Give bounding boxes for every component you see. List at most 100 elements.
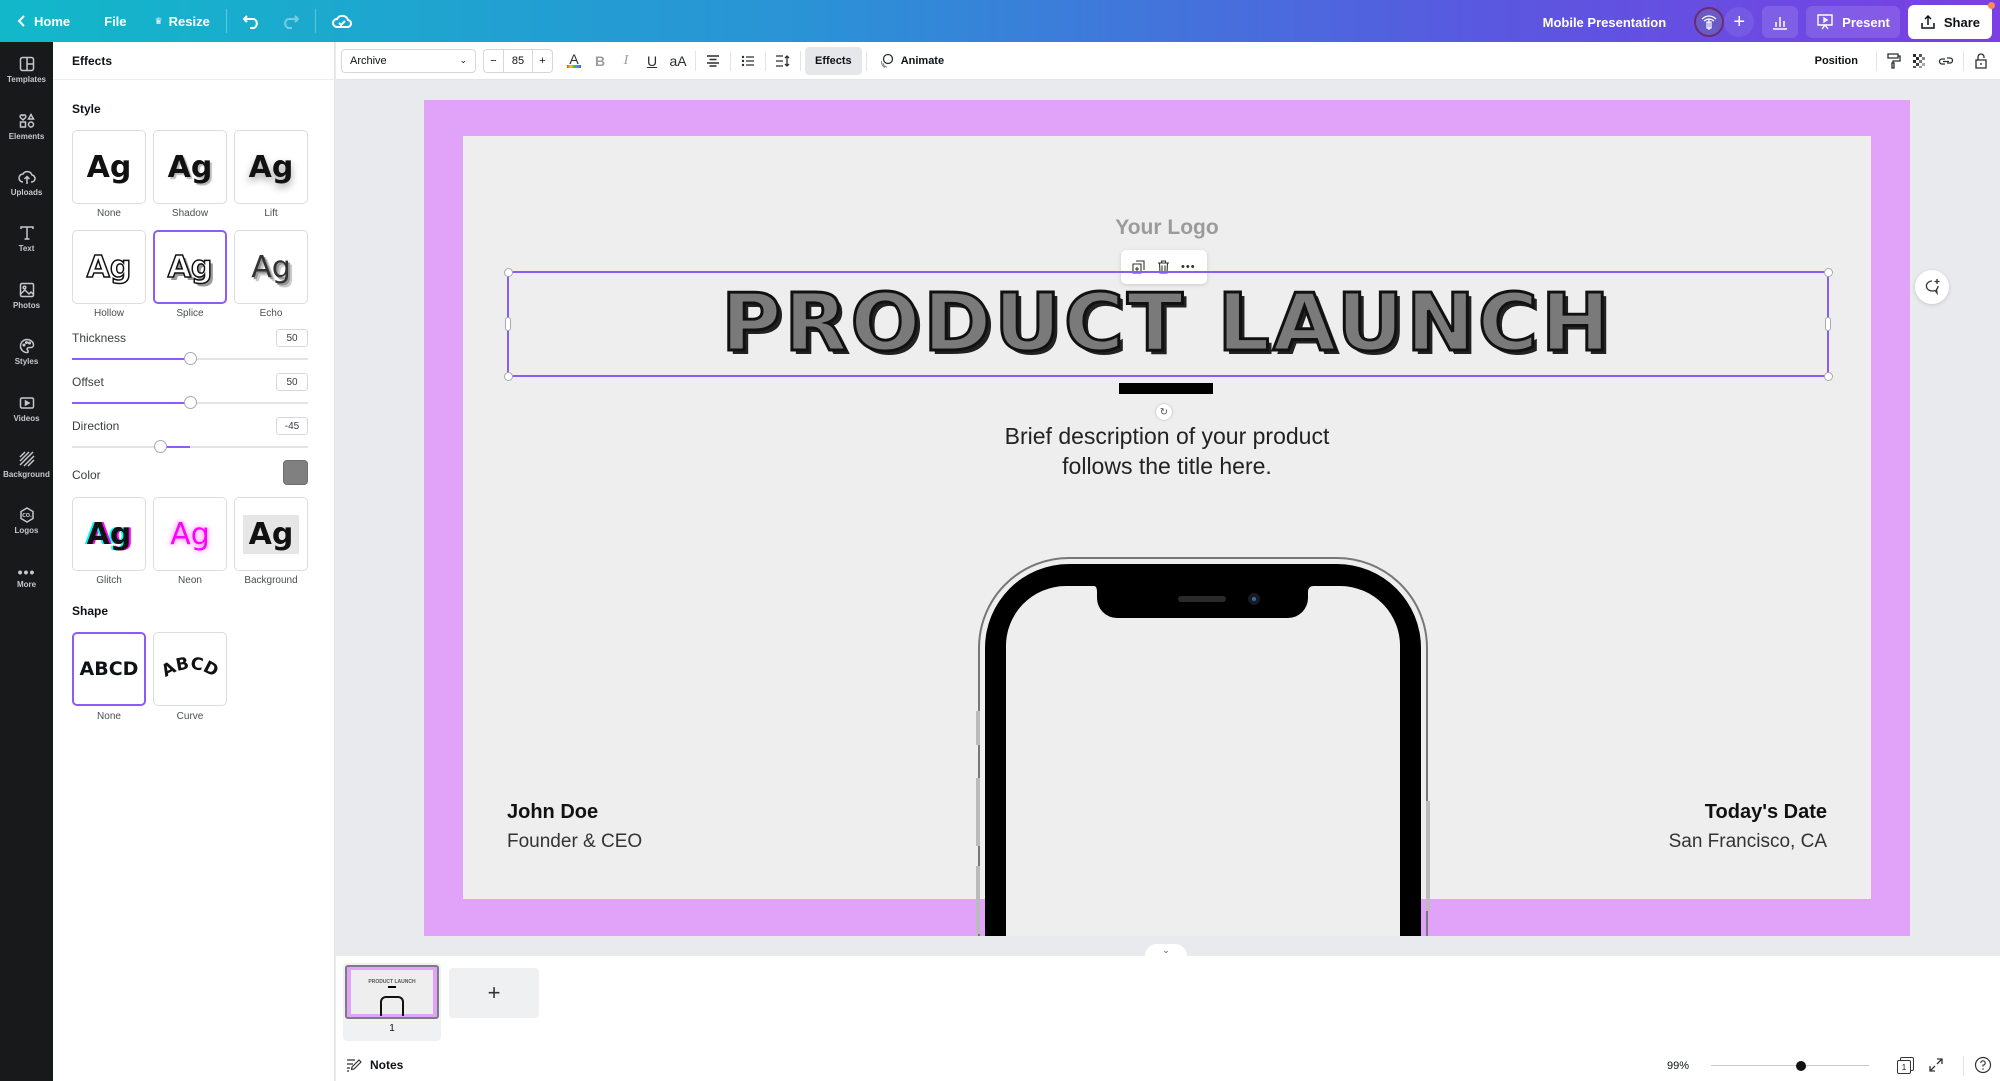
slider-thumb[interactable]	[183, 352, 197, 365]
transparency-button[interactable]	[1907, 47, 1933, 75]
increase-size-button[interactable]: +	[532, 49, 552, 72]
link-button[interactable]	[1933, 47, 1959, 75]
animate-button[interactable]: Animate	[871, 47, 952, 75]
shape-label: None	[97, 711, 121, 722]
font-family-dropdown[interactable]: Archive ⌄	[341, 48, 476, 73]
direction-slider[interactable]	[72, 440, 308, 454]
undo-button[interactable]	[233, 5, 271, 37]
zoom-thumb[interactable]	[1796, 1061, 1807, 1071]
redo-button[interactable]	[271, 5, 309, 37]
position-button[interactable]: Position	[1801, 55, 1872, 67]
add-page-button[interactable]: +	[449, 968, 539, 1018]
rail-item-elements[interactable]: Elements	[0, 98, 53, 154]
italic-button[interactable]: I	[613, 47, 639, 75]
thickness-input[interactable]: 50	[276, 329, 308, 347]
thickness-slider[interactable]	[72, 352, 308, 366]
zoom-percentage[interactable]: 99%	[1667, 1060, 1689, 1072]
cloud-save-status[interactable]	[322, 5, 362, 37]
uploads-icon	[17, 170, 36, 184]
rail-item-logos[interactable]: CO. Logos	[0, 493, 53, 549]
presenter-name[interactable]: John Doe	[507, 801, 598, 824]
presentation-date[interactable]: Today's Date	[1705, 801, 1827, 824]
add-comment-button[interactable]	[1915, 270, 1949, 304]
style-splice[interactable]: Ag	[153, 230, 227, 304]
fullscreen-button[interactable]	[1929, 1057, 1949, 1075]
style-hollow[interactable]: Ag	[72, 230, 146, 304]
slide-canvas[interactable]: Your Logo ••• PRODUCT LAUNCH ↻ Brief des…	[424, 100, 1910, 936]
lock-button[interactable]	[1968, 47, 1994, 75]
rail-item-videos[interactable]: Videos	[0, 380, 53, 436]
insights-button[interactable]	[1762, 6, 1799, 38]
decrease-size-button[interactable]: −	[484, 49, 504, 72]
rail-item-more[interactable]: ••• More	[0, 550, 53, 606]
rail-item-text[interactable]: Text	[0, 211, 53, 267]
logos-icon: CO.	[19, 507, 34, 524]
avatar[interactable]	[1694, 7, 1725, 37]
direction-label: Direction	[72, 419, 120, 433]
document-title[interactable]: Mobile Presentation	[1543, 15, 1667, 30]
zoom-slider[interactable]	[1711, 1061, 1869, 1071]
style-none[interactable]: Ag	[72, 130, 146, 204]
font-size-input[interactable]: 85	[504, 50, 532, 72]
page-thumbnail[interactable]: PRODUCT LAUNCH 1	[343, 963, 441, 1041]
collapse-pages-button[interactable]: ⌄	[1145, 944, 1187, 956]
phone-mockup-graphic[interactable]	[976, 556, 1430, 936]
presenter-role[interactable]: Founder & CEO	[507, 831, 642, 853]
letter-case-button[interactable]: aA	[665, 47, 691, 75]
shape-sample: ABCD	[79, 658, 139, 680]
effects-button[interactable]: Effects	[805, 46, 862, 75]
style-background[interactable]: Ag	[234, 497, 308, 571]
direction-input[interactable]: -45	[276, 417, 308, 435]
style-glitch[interactable]: Ag	[72, 497, 146, 571]
offset-input[interactable]: 50	[276, 373, 308, 391]
shape-curve[interactable]: ABCD	[153, 632, 227, 706]
invite-button[interactable]: +	[1724, 7, 1755, 37]
offset-slider[interactable]	[72, 396, 308, 410]
rail-item-uploads[interactable]: Uploads	[0, 155, 53, 211]
transparency-icon	[1913, 54, 1925, 68]
presentation-location[interactable]: San Francisco, CA	[1669, 831, 1827, 853]
resize-handle[interactable]	[503, 267, 513, 277]
copy-style-button[interactable]	[1881, 47, 1907, 75]
style-shadow[interactable]: Ag	[153, 130, 227, 204]
style-label: Glitch	[96, 575, 122, 586]
notes-button[interactable]: Notes	[346, 1058, 403, 1072]
list-button[interactable]	[735, 47, 761, 75]
paint-roller-icon	[1887, 53, 1901, 69]
file-menu[interactable]: File	[94, 5, 136, 37]
resize-button[interactable]: ♛ Resize	[145, 5, 220, 37]
rail-item-background[interactable]: Background	[0, 437, 53, 493]
align-center-button[interactable]	[700, 47, 726, 75]
style-echo[interactable]: Ag	[234, 230, 308, 304]
logo-placeholder[interactable]: Your Logo	[463, 216, 1871, 240]
share-button[interactable]: Share	[1907, 2, 1995, 39]
rotate-handle[interactable]: ↻	[1156, 404, 1172, 420]
spacing-button[interactable]	[770, 47, 796, 75]
color-swatch[interactable]	[283, 460, 308, 485]
text-color-button[interactable]: A	[561, 47, 587, 75]
link-icon	[1938, 57, 1954, 65]
shape-none[interactable]: ABCD	[72, 632, 146, 706]
rail-item-styles[interactable]: Styles	[0, 324, 53, 380]
rail-item-templates[interactable]: Templates	[0, 42, 53, 98]
resize-handle[interactable]	[503, 371, 513, 381]
present-button[interactable]: Present	[1806, 6, 1900, 38]
resize-handle[interactable]	[1823, 267, 1833, 277]
bold-button[interactable]: B	[587, 47, 613, 75]
slide-description[interactable]: Brief description of your product follow…	[463, 421, 1871, 481]
style-neon[interactable]: Ag	[153, 497, 227, 571]
style-sample: Ag	[248, 149, 294, 185]
underline-button[interactable]: U	[639, 47, 665, 75]
rail-item-photos[interactable]: Photos	[0, 268, 53, 324]
resize-handle[interactable]	[1825, 317, 1831, 331]
page-grid-button[interactable]: 1	[1897, 1057, 1915, 1075]
home-button[interactable]: Home	[6, 5, 80, 37]
help-button[interactable]	[1974, 1056, 1992, 1077]
style-lift[interactable]: Ag	[234, 130, 308, 204]
divider-bar[interactable]	[1119, 383, 1213, 394]
slider-thumb[interactable]	[154, 440, 167, 453]
slider-thumb[interactable]	[183, 396, 197, 409]
resize-handle[interactable]	[505, 317, 511, 331]
thickness-label: Thickness	[72, 331, 127, 345]
resize-handle[interactable]	[1823, 371, 1833, 381]
